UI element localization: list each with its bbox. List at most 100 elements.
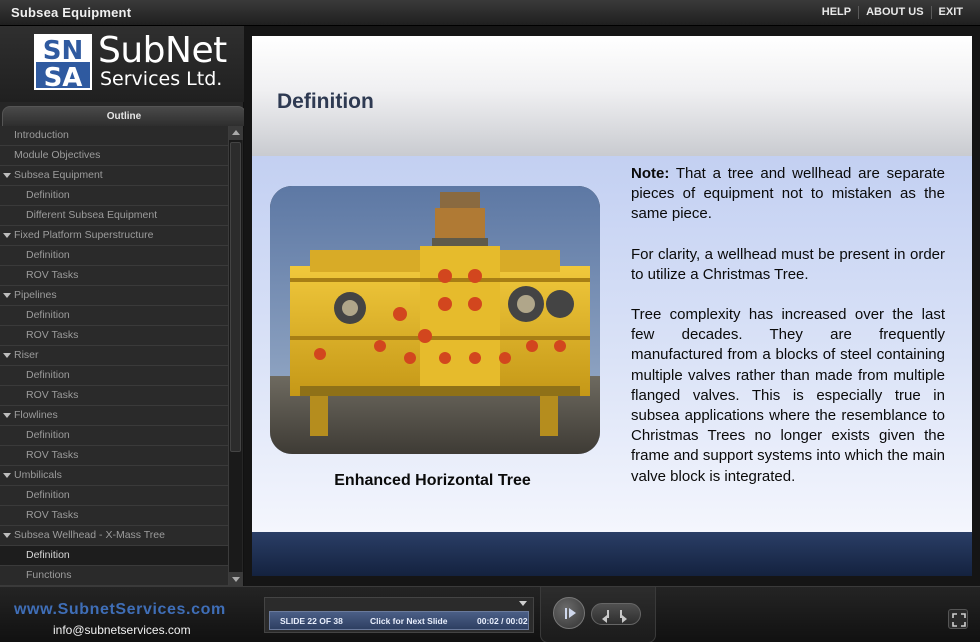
company-logo: SN SA SubNet Services Ltd. (0, 26, 244, 102)
player-controls (540, 587, 656, 642)
slide-status-bar[interactable]: SLIDE 22 OF 38 Click for Next Slide 00:0… (269, 611, 529, 630)
website-link[interactable]: www.SubnetServices.com (14, 601, 226, 619)
fullscreen-icon (952, 613, 966, 627)
play-bar-icon (565, 608, 567, 619)
note-paragraph: Note: That a tree and wellhead are separ… (631, 164, 945, 225)
outline-section[interactable]: Pipelines (0, 286, 228, 306)
slide-counter: SLIDE 22 OF 38 (280, 616, 343, 626)
logo-mark-bottom: SA (44, 63, 83, 90)
outline-subitem[interactable]: ROV Tasks (0, 326, 228, 346)
outline-item-label: ROV Tasks (26, 389, 79, 401)
forward-icon (622, 615, 627, 623)
expand-triangle-icon[interactable] (3, 293, 11, 298)
about-us-link[interactable]: ABOUT US (858, 6, 930, 19)
outline-tab[interactable]: Outline (2, 106, 246, 126)
outline-section[interactable]: Flowlines (0, 406, 228, 426)
outline-subitem[interactable]: Definition (0, 366, 228, 386)
outline-subitem[interactable]: Definition (0, 306, 228, 326)
outline-item-label: Definition (26, 189, 70, 201)
subnet-logo-mark-icon: SN SA (34, 34, 92, 90)
outline-item-label: ROV Tasks (26, 329, 79, 341)
complexity-paragraph: Tree complexity has increased over the l… (631, 306, 945, 485)
outline-item-label: ROV Tasks (26, 509, 79, 521)
outline-item-label: Definition (26, 549, 70, 561)
outline-subitem[interactable]: Definition (0, 426, 228, 446)
expand-triangle-icon[interactable] (3, 473, 11, 478)
slide-status-panel: SLIDE 22 OF 38 Click for Next Slide 00:0… (264, 597, 534, 633)
outline-subitem[interactable]: Definition (0, 546, 228, 566)
outline-item-label: Fixed Platform Superstructure (14, 229, 154, 241)
outline-item-label: Definition (26, 369, 70, 381)
email-link[interactable]: info@subnetservices.com (53, 623, 191, 637)
slide-title: Definition (277, 90, 374, 113)
outline-subitem[interactable]: Different Subsea Equipment (0, 206, 228, 226)
outline-section[interactable]: Subsea Wellhead - X-Mass Tree (0, 526, 228, 546)
app-window: Subsea Equipment HELP ABOUT US EXIT SN S… (0, 0, 980, 642)
outline-item-label: Definition (26, 489, 70, 501)
outline-subitem[interactable]: Definition (0, 186, 228, 206)
outline-subitem[interactable]: Definition (0, 486, 228, 506)
top-nav: HELP ABOUT US EXIT (815, 6, 970, 19)
outline-item-label: Umbilicals (14, 469, 62, 481)
outline-list: Introduction Module Objectives Subsea Equi… (0, 126, 228, 586)
outline-subitem[interactable]: ROV Tasks (0, 386, 228, 406)
expand-triangle-icon[interactable] (3, 173, 11, 178)
time-readout: 00:02 / 00:02 (477, 616, 528, 626)
outline-section[interactable]: Module Objectives (0, 146, 228, 166)
scroll-down-icon[interactable] (229, 572, 243, 586)
status-dropdown-icon[interactable] (519, 601, 527, 606)
outline-section[interactable]: Subsea Equipment (0, 166, 228, 186)
outline-item-label: ROV Tasks (26, 449, 79, 461)
image-caption: Enhanced Horizontal Tree (334, 472, 531, 489)
outline-subitem[interactable]: ROV Tasks (0, 446, 228, 466)
outline-item-label: Pipelines (14, 289, 57, 301)
outline-subitem[interactable]: Definition (0, 246, 228, 266)
slide-footer (252, 532, 972, 576)
logo-subtitle: Services Ltd. (100, 68, 223, 90)
outline-item-label: Subsea Equipment (14, 169, 103, 181)
christmas-tree-photo (270, 186, 600, 454)
seek-control (591, 603, 641, 625)
outline-scrollbar[interactable] (228, 126, 243, 586)
outline-tab-label: Outline (2, 106, 246, 126)
expand-triangle-icon[interactable] (3, 353, 11, 358)
next-slide-hint[interactable]: Click for Next Slide (370, 616, 447, 626)
outline-section[interactable]: Umbilicals (0, 466, 228, 486)
expand-triangle-icon[interactable] (3, 533, 11, 538)
play-button[interactable] (553, 597, 585, 629)
bottom-bar: www.SubnetServices.com info@subnetservic… (0, 586, 980, 642)
previous-slide-button[interactable] (602, 610, 609, 628)
app-title: Subsea Equipment (11, 5, 132, 20)
outline-section[interactable]: Introduction (0, 126, 228, 146)
outline-section[interactable]: Riser (0, 346, 228, 366)
outline-item-label: Module Objectives (14, 149, 101, 161)
outline-item-label: Subsea Wellhead - X-Mass Tree (14, 529, 165, 541)
outline-subitem[interactable]: ROV Tasks (0, 506, 228, 526)
outline-item-label: ROV Tasks (26, 269, 79, 281)
outline-item-label: Flowlines (14, 409, 58, 421)
outline-item-label: Definition (26, 429, 70, 441)
note-text: That a tree and wellhead are separate pi… (631, 165, 945, 223)
play-icon (569, 608, 576, 618)
slide-header: Definition (252, 36, 972, 156)
expand-triangle-icon[interactable] (3, 233, 11, 238)
help-link[interactable]: HELP (815, 6, 858, 19)
outline-item-label: Functions (26, 569, 72, 581)
logo-name: SubNet (98, 30, 227, 71)
outline-item-label: Definition (26, 249, 70, 261)
outline-item-label: Definition (26, 309, 70, 321)
outline-item-label: Different Subsea Equipment (26, 209, 158, 221)
slide-content: Definition Enhanced Horizontal Tree Note… (252, 36, 972, 576)
scroll-thumb[interactable] (230, 142, 241, 452)
slide-body: Enhanced Horizontal Tree Note: That a tr… (252, 156, 972, 532)
next-slide-button[interactable] (620, 610, 627, 628)
slide-text: Note: That a tree and wellhead are separ… (631, 164, 945, 507)
outline-subitem[interactable]: ROV Tasks (0, 266, 228, 286)
outline-subitem[interactable]: Functions (0, 566, 228, 586)
expand-triangle-icon[interactable] (3, 413, 11, 418)
fullscreen-button[interactable] (948, 609, 968, 629)
outline-section[interactable]: Fixed Platform Superstructure (0, 226, 228, 246)
scroll-up-icon[interactable] (229, 126, 243, 140)
exit-link[interactable]: EXIT (930, 6, 970, 19)
top-bar: Subsea Equipment HELP ABOUT US EXIT (0, 0, 980, 26)
